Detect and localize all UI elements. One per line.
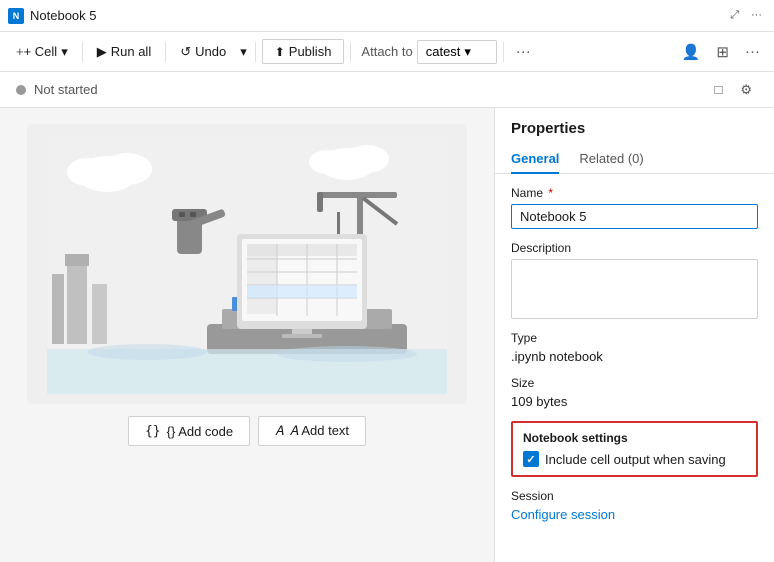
configure-session-link[interactable]: Configure session (511, 507, 758, 522)
status-square-button[interactable]: □ (708, 78, 728, 102)
share-icon: 👤 (682, 44, 701, 61)
publish-icon: ⬆ (275, 45, 285, 59)
session-section: Session Configure session (511, 489, 758, 522)
grid-icon: ⊞ (716, 44, 729, 61)
divider-1 (82, 42, 83, 62)
status-bar: Not started □ ⚙ (0, 72, 774, 108)
type-value: .ipynb notebook (511, 349, 758, 364)
size-value: 109 bytes (511, 394, 758, 409)
window-controls: ⤢ ··· (726, 7, 766, 24)
size-label: Size (511, 376, 758, 390)
size-field: Size 109 bytes (511, 376, 758, 409)
overflow-icon: ··· (745, 43, 760, 60)
overflow-button[interactable]: ··· (739, 39, 766, 64)
divider-3 (255, 42, 256, 62)
status-icons: □ ⚙ (708, 78, 758, 102)
description-label: Description (511, 241, 758, 255)
name-field: Name * (511, 186, 758, 229)
description-field: Description (511, 241, 758, 319)
checkbox-row: Include cell output when saving (523, 451, 746, 467)
attach-label: Attach to (361, 44, 412, 59)
undo-dropdown-icon: ▾ (240, 44, 247, 60)
notebook-settings-title: Notebook settings (523, 431, 746, 445)
add-text-button[interactable]: 𝐴 𝐴 Add text (258, 416, 366, 446)
properties-panel: Properties General Related (0) Name * De… (494, 108, 774, 562)
properties-body: Name * Description Type .ipynb notebook … (495, 174, 774, 534)
run-all-button[interactable]: ▶ Run all (89, 40, 159, 64)
square-icon: □ (714, 82, 722, 97)
type-label: Type (511, 331, 758, 345)
divider-2 (165, 42, 166, 62)
main-layout: {} {} Add code 𝐴 𝐴 Add text Properties G… (0, 108, 774, 562)
undo-icon: ↺ (180, 44, 191, 60)
attach-dropdown-icon: ▾ (464, 44, 471, 60)
window-title: Notebook 5 (30, 8, 720, 23)
description-input[interactable] (511, 259, 758, 319)
checkbox-label: Include cell output when saving (545, 452, 726, 467)
tab-related[interactable]: Related (0) (579, 145, 643, 174)
name-required: * (548, 186, 553, 200)
illustration (27, 124, 467, 404)
app-icon: N (8, 8, 24, 24)
status-text: Not started (34, 82, 700, 97)
undo-dropdown-button[interactable]: ▾ (238, 40, 249, 64)
status-dot (16, 85, 26, 95)
properties-tabs: General Related (0) (495, 137, 774, 174)
type-field: Type .ipynb notebook (511, 331, 758, 364)
checkbox-icon[interactable] (523, 451, 539, 467)
notebook-settings-box: Notebook settings Include cell output wh… (511, 421, 758, 477)
title-bar: N Notebook 5 ⤢ ··· (0, 0, 774, 32)
undo-button[interactable]: ↺ Undo (172, 40, 234, 64)
code-icon: {} (145, 424, 161, 439)
toolbar: + + Cell ▾ ▶ Run all ↺ Undo ▾ ⬆ Publish … (0, 32, 774, 72)
more-btn[interactable]: ··· (747, 7, 766, 24)
tab-general[interactable]: General (511, 145, 559, 174)
cell-dropdown-icon: ▾ (61, 44, 68, 60)
notebook-buttons: {} {} Add code 𝐴 𝐴 Add text (128, 416, 366, 446)
text-icon: 𝐴 (275, 423, 284, 439)
name-input[interactable] (511, 204, 758, 229)
notebook-area: {} {} Add code 𝐴 𝐴 Add text (0, 108, 494, 562)
publish-button[interactable]: ⬆ Publish (262, 39, 345, 64)
gear-icon: ⚙ (740, 82, 752, 97)
name-label: Name * (511, 186, 758, 200)
properties-title: Properties (495, 108, 774, 137)
cell-button[interactable]: + + Cell ▾ (8, 40, 76, 64)
status-gear-button[interactable]: ⚙ (734, 78, 758, 102)
run-icon: ▶ (97, 44, 107, 60)
add-code-button[interactable]: {} {} Add code (128, 416, 250, 446)
maximize-btn[interactable]: ⤢ (726, 7, 743, 24)
session-label: Session (511, 489, 758, 503)
attach-select[interactable]: catest ▾ (417, 40, 497, 64)
share-button[interactable]: 👤 (676, 39, 707, 65)
plus-icon: + (16, 44, 24, 59)
more-actions-button[interactable]: ··· (510, 39, 537, 64)
divider-4 (350, 42, 351, 62)
divider-5 (503, 42, 504, 62)
view-button[interactable]: ⊞ (710, 39, 735, 65)
